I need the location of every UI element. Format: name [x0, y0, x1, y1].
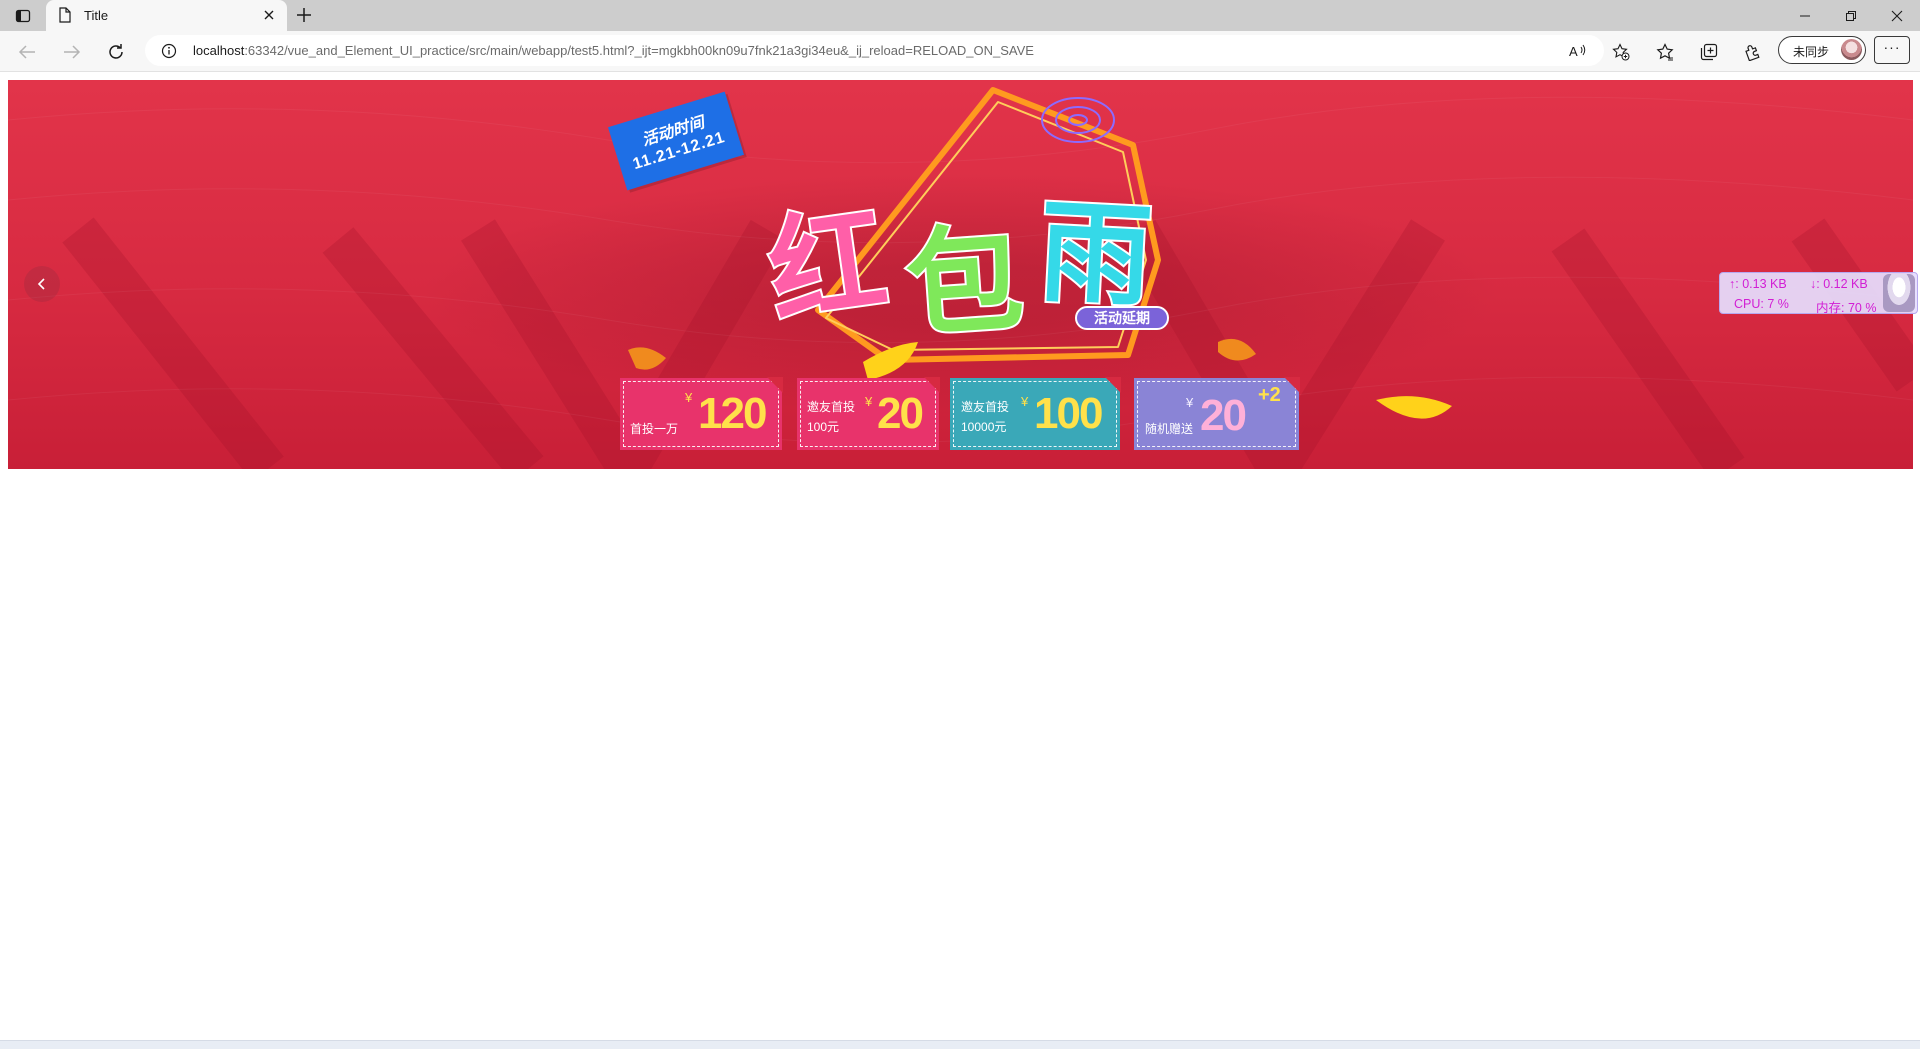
tab-actions-button[interactable] — [8, 5, 38, 27]
netmon-cpu: CPU: 7 % — [1734, 297, 1789, 311]
banner-title-char-1: 红 — [759, 189, 897, 343]
chevron-left-icon — [37, 278, 45, 290]
profile-button[interactable]: 未同步 — [1778, 36, 1866, 64]
page-icon — [59, 7, 71, 23]
coupon-bonus: +2 — [1258, 384, 1281, 406]
banner-title-char-2: 包 — [900, 209, 1029, 356]
active-tab[interactable]: Title — [46, 0, 287, 31]
coupon-desc: 首投一万 — [630, 422, 679, 436]
forward-arrow-icon — [64, 45, 81, 59]
coupon-card[interactable]: 首投一万 ¥ 120 — [620, 377, 783, 450]
minimize-icon — [1800, 15, 1810, 16]
reload-icon — [109, 44, 123, 59]
coupon-desc: 邀友首投 — [807, 400, 856, 414]
carousel-prev-button[interactable] — [24, 266, 60, 302]
back-button[interactable] — [16, 41, 38, 63]
banner-title-char-3: 雨 — [1034, 185, 1157, 325]
close-tab-icon[interactable] — [263, 9, 275, 21]
coupon-amount: 100 — [1034, 389, 1103, 438]
coupon-amount: 120 — [698, 389, 767, 438]
close-window-icon — [1891, 10, 1903, 21]
tab-title: Title — [84, 8, 109, 23]
restore-button[interactable] — [1828, 0, 1874, 31]
coupon-amount: 20 — [877, 389, 924, 438]
close-window-button[interactable] — [1874, 0, 1920, 31]
add-favorite-icon[interactable] — [1612, 43, 1630, 61]
coupon-card[interactable]: 邀友首投 10000元 ¥ 100 — [950, 377, 1121, 450]
netmon-download: ↓: 0.12 KB — [1810, 277, 1868, 291]
url-host: localhost — [193, 43, 245, 58]
coupon-desc: 随机赠送 — [1145, 422, 1194, 436]
event-extended-badge: 活动延期 — [1075, 306, 1169, 330]
netmon-avatar — [1883, 274, 1915, 312]
address-bar[interactable]: localhost:63342/vue_and_Element_UI_pract… — [145, 35, 1630, 66]
sidebar-toggle-icon — [15, 9, 31, 23]
coupon-currency: ¥ — [685, 390, 693, 405]
collections-icon[interactable] — [1700, 43, 1718, 61]
restore-icon — [1846, 10, 1856, 21]
coupon-amount: 20 — [1200, 391, 1247, 440]
coupon-desc-amount: 100元 — [807, 420, 840, 434]
navigation-bar: localhost:63342/vue_and_Element_UI_pract… — [0, 31, 1920, 72]
back-arrow-icon — [18, 45, 35, 59]
banner-carousel: 活动时间 11.21-12.21 红 包 雨 活动延期 首投一万 ¥ 120 邀… — [8, 80, 1913, 469]
favorites-icon[interactable] — [1656, 43, 1674, 61]
coupon-card[interactable]: 随机赠送 ¥ 20 +2 — [1134, 377, 1300, 450]
reload-button[interactable] — [105, 41, 127, 63]
forward-button[interactable] — [61, 41, 83, 63]
new-tab-icon[interactable] — [296, 7, 312, 23]
svg-text:A: A — [1569, 44, 1578, 59]
settings-menu-button[interactable]: ··· — [1874, 36, 1910, 64]
extensions-icon[interactable] — [1744, 43, 1762, 61]
url-text[interactable]: localhost:63342/vue_and_Element_UI_pract… — [193, 43, 1034, 58]
profile-avatar — [1841, 39, 1862, 60]
coupon-currency: ¥ — [1186, 395, 1194, 410]
minimize-button[interactable] — [1782, 0, 1828, 31]
coupon-currency: ¥ — [865, 394, 873, 409]
network-monitor-widget[interactable]: ↑: 0.13 KB ↓: 0.12 KB CPU: 7 % 内存: 70 % — [1719, 272, 1918, 315]
netmon-upload: ↑: 0.13 KB — [1729, 277, 1787, 291]
coupon-currency: ¥ — [1021, 394, 1029, 409]
netmon-memory: 内存: 70 % — [1816, 301, 1877, 315]
url-path: :63342/vue_and_Element_UI_practice/src/m… — [244, 43, 1034, 58]
coupon-desc-amount: 10000元 — [961, 420, 1007, 434]
read-aloud-icon[interactable]: A — [1569, 43, 1587, 59]
site-info-icon[interactable] — [161, 43, 177, 59]
coupon-desc: 邀友首投 — [961, 400, 1010, 414]
coupon-card[interactable]: 邀友首投 100元 ¥ 20 — [797, 377, 940, 450]
tab-strip: Title — [0, 0, 1920, 31]
profile-sync-label: 未同步 — [1793, 45, 1830, 59]
